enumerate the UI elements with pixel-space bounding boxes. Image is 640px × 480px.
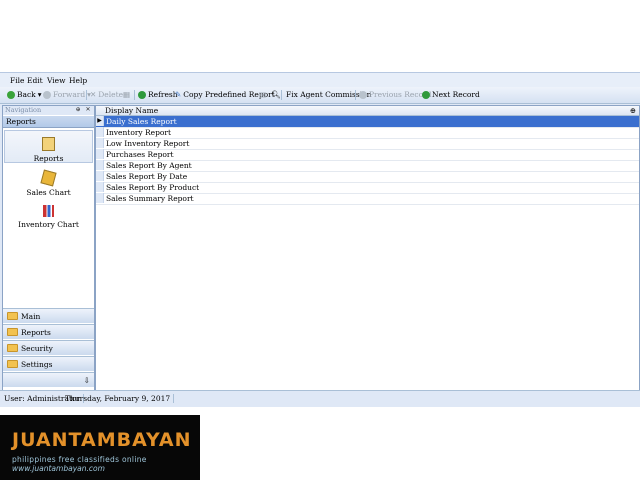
navigation-group-header: Reports (3, 116, 94, 128)
pane-security[interactable]: Security (3, 340, 94, 355)
watermark-tagline: philippines free classifieds online (12, 455, 147, 464)
bar-chart-icon (43, 205, 54, 217)
column-chooser-icon[interactable]: ⊕ (630, 106, 636, 115)
app-window: File Edit View Help Back ▾ Forward ▾ ✕ Del… (0, 72, 640, 407)
grid-header: Display Name ⊕ (96, 106, 639, 116)
forward-button[interactable]: Forward ▾ (43, 90, 91, 99)
previous-record-button[interactable]: Previous Record (359, 90, 431, 99)
folder-icon (7, 344, 18, 352)
watermark-url: www.juantambayan.com (12, 464, 105, 473)
next-arrow-icon (422, 90, 430, 99)
previous-arrow-icon (359, 90, 367, 99)
cube-chart-icon (40, 169, 57, 187)
status-date: Thursday, February 9, 2017 (65, 394, 175, 403)
search-icon-button[interactable]: 🔍︎ (271, 90, 281, 99)
forward-arrow-icon (43, 90, 51, 99)
print-icon-button[interactable]: ▤ (259, 90, 266, 99)
menu-file[interactable]: File (10, 76, 24, 85)
pane-overflow[interactable]: ⇩ (3, 372, 94, 387)
back-button[interactable]: Back ▾ (7, 90, 42, 99)
nav-item-reports[interactable]: Reports (4, 130, 93, 163)
print-icon: ▤ (259, 90, 267, 99)
reports-grid: Display Name ⊕ ▶ Daily Sales Report Inve… (95, 105, 640, 392)
folder-icon (7, 328, 18, 336)
toolbar-separator (355, 90, 356, 100)
refresh-icon (138, 90, 146, 99)
delete-button[interactable]: ✕ Delete (90, 90, 123, 99)
toolbar: Back ▾ Forward ▾ ✕ Delete ▦ Refresh ✎ Copy… (0, 87, 640, 104)
menu-edit[interactable]: Edit (27, 76, 43, 85)
pane-settings[interactable]: Settings (3, 356, 94, 371)
save-icon-button[interactable]: ▦ (123, 90, 130, 99)
toolbar-separator (86, 90, 87, 100)
pane-reports[interactable]: Reports (3, 324, 94, 339)
table-row[interactable]: Sales Summary Report (96, 193, 639, 205)
status-bar: User: Administrator Thursday, February 9… (0, 390, 640, 407)
folder-icon (7, 312, 18, 320)
chevron-down-icon: ⇩ (83, 375, 90, 385)
menu-bar: File Edit View Help (0, 72, 640, 88)
folder-icon (7, 360, 18, 368)
watermark-logo: JUANTAMBAYAN philippines free classified… (0, 415, 200, 480)
watermark-brand: JUANTAMBAYAN (12, 429, 192, 451)
next-record-button[interactable]: Next Record (422, 90, 480, 99)
refresh-button[interactable]: Refresh (138, 90, 178, 99)
close-icon[interactable]: ✕ (85, 107, 91, 113)
clipboard-icon (42, 137, 55, 151)
copy-icon: ✎ (175, 90, 182, 99)
navigation-panel: Navigation ⊕ ✕ Reports Reports Sales Cha… (2, 105, 95, 392)
search-icon: 🔍︎ (271, 90, 281, 99)
row-indicator-icon: ▶ (96, 116, 104, 126)
column-display-name[interactable]: Display Name (105, 106, 158, 115)
menu-view[interactable]: View (47, 76, 66, 85)
menu-help[interactable]: Help (69, 76, 87, 85)
toolbar-separator (281, 90, 282, 100)
delete-x-icon: ✕ (90, 90, 97, 99)
save-icon: ▦ (123, 90, 131, 99)
nav-item-inventory-chart[interactable]: Inventory Chart (4, 199, 93, 231)
back-arrow-icon (7, 90, 15, 99)
pane-main[interactable]: Main (3, 308, 94, 323)
pin-icon[interactable]: ⊕ (75, 107, 81, 113)
nav-item-sales-chart[interactable]: Sales Chart (4, 165, 93, 197)
toolbar-separator (134, 90, 135, 100)
